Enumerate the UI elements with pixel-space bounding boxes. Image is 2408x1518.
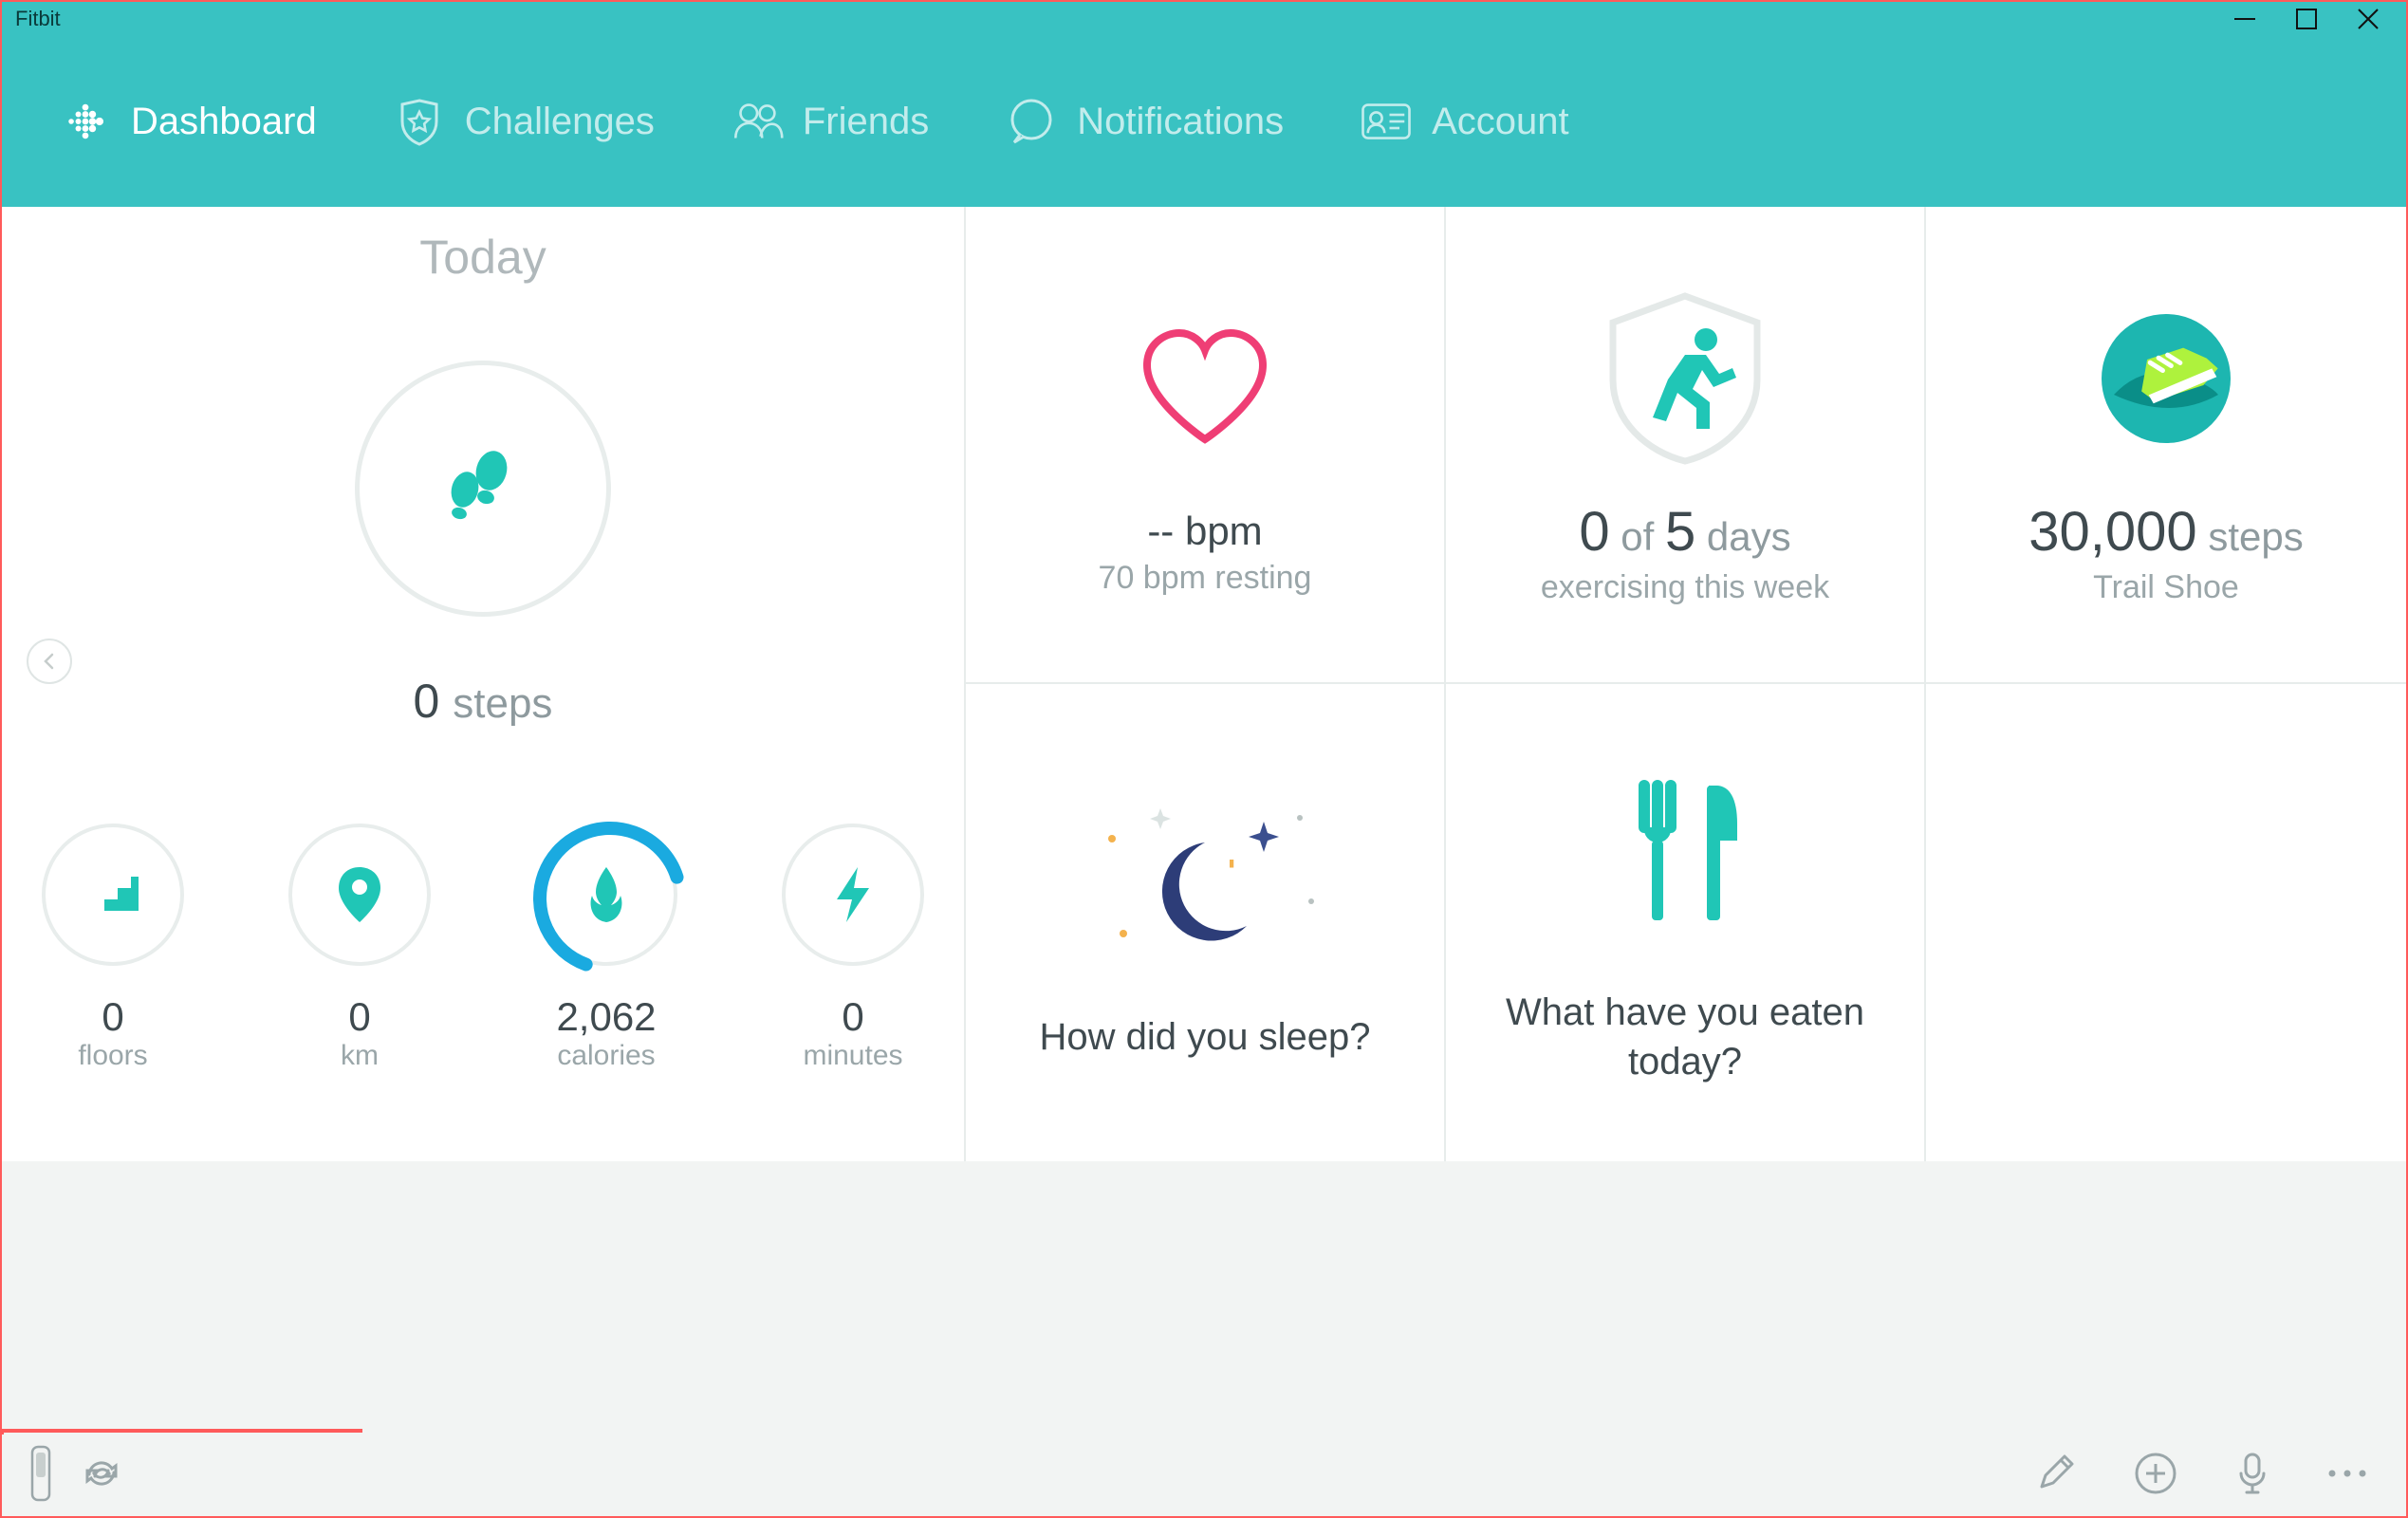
nav-label: Challenges bbox=[465, 101, 655, 143]
microphone-icon bbox=[2235, 1451, 2269, 1496]
add-button[interactable] bbox=[2133, 1451, 2178, 1496]
moon-stars-icon bbox=[1063, 785, 1347, 974]
sync-icon bbox=[82, 1453, 121, 1493]
mini-distance[interactable]: 0 km bbox=[288, 824, 431, 1072]
mini-label: calories bbox=[557, 1040, 655, 1072]
today-panel: Today bbox=[2, 207, 966, 1161]
tile-sleep[interactable]: How did you sleep? bbox=[966, 684, 1446, 1161]
exercise-shield-icon bbox=[1590, 284, 1780, 473]
window-controls bbox=[2232, 6, 2399, 32]
exercise-subtext: exercising this week bbox=[1541, 569, 1829, 606]
steps-unit: steps bbox=[453, 680, 552, 727]
heart-icon bbox=[1134, 292, 1276, 482]
mini-floors[interactable]: 0 floors bbox=[42, 824, 184, 1072]
nav-label: Friends bbox=[803, 101, 929, 143]
shield-star-icon bbox=[393, 95, 446, 148]
nav-label: Notifications bbox=[1077, 101, 1284, 143]
dashboard-content: Today bbox=[2, 207, 2406, 1161]
speech-bubble-icon bbox=[1005, 95, 1058, 148]
id-card-icon bbox=[1360, 95, 1413, 148]
mini-calories[interactable]: 2,062 calories bbox=[535, 824, 677, 1072]
friends-icon bbox=[731, 95, 784, 148]
tile-exercise[interactable]: 0 of 5 days exercising this week bbox=[1446, 207, 1926, 684]
maximize-button[interactable] bbox=[2294, 7, 2319, 31]
nav-challenges[interactable]: Challenges bbox=[393, 95, 655, 148]
exercise-days-readout: 0 of 5 days bbox=[1579, 500, 1790, 564]
tile-food[interactable]: What have you eaten today? bbox=[1446, 684, 1926, 1161]
edit-button[interactable] bbox=[2034, 1453, 2076, 1494]
tile-empty bbox=[1926, 684, 2406, 1161]
calories-progress-arc bbox=[531, 820, 689, 977]
stairs-icon bbox=[80, 861, 146, 928]
chevron-left-icon bbox=[40, 652, 59, 671]
sleep-prompt: How did you sleep? bbox=[1039, 1012, 1370, 1062]
badge-name: Trail Shoe bbox=[2093, 569, 2239, 606]
mini-label: floors bbox=[78, 1040, 147, 1072]
heart-rate-resting: 70 bpm resting bbox=[1099, 560, 1312, 597]
fork-knife-icon bbox=[1604, 760, 1766, 950]
nav-notifications[interactable]: Notifications bbox=[1005, 95, 1284, 148]
close-button[interactable] bbox=[2355, 6, 2381, 32]
steps-readout: 0 steps bbox=[2, 674, 964, 729]
tile-badge[interactable]: 30,000 steps Trail Shoe bbox=[1926, 207, 2406, 684]
fitbit-logo-icon bbox=[59, 95, 112, 148]
mini-value: 2,062 bbox=[556, 994, 656, 1040]
mini-value: 0 bbox=[842, 994, 863, 1040]
mini-active-minutes[interactable]: 0 minutes bbox=[782, 824, 924, 1072]
tile-heart-rate[interactable]: -- bpm 70 bpm resting bbox=[966, 207, 1446, 684]
tiles-grid: -- bpm 70 bpm resting 0 of 5 bbox=[966, 207, 2406, 1161]
tracker-device-button[interactable] bbox=[28, 1445, 53, 1502]
today-title: Today bbox=[2, 230, 964, 285]
mini-label: km bbox=[341, 1040, 379, 1072]
nav-label: Account bbox=[1432, 101, 1569, 143]
tracker-icon bbox=[28, 1445, 53, 1502]
navbar: Dashboard Challenges Friends bbox=[2, 36, 2406, 207]
mini-value: 0 bbox=[348, 994, 370, 1040]
previous-day-button[interactable] bbox=[27, 639, 72, 684]
steps-value: 0 bbox=[414, 675, 440, 728]
ellipsis-icon bbox=[2326, 1466, 2368, 1481]
bottom-toolbar bbox=[4, 1433, 2404, 1514]
mini-label: minutes bbox=[803, 1040, 902, 1072]
nav-account[interactable]: Account bbox=[1360, 95, 1569, 148]
sync-button[interactable] bbox=[82, 1453, 121, 1493]
badge-value: 30,000 steps bbox=[2028, 500, 2303, 564]
voice-button[interactable] bbox=[2235, 1451, 2269, 1496]
window-title: Fitbit bbox=[15, 7, 61, 31]
mini-stats-row: 0 floors 0 km bbox=[2, 824, 964, 1072]
food-prompt: What have you eaten today? bbox=[1465, 988, 1905, 1086]
nav-friends[interactable]: Friends bbox=[731, 95, 929, 148]
more-button[interactable] bbox=[2326, 1466, 2368, 1481]
heart-rate-value: -- bpm bbox=[1147, 509, 1262, 554]
location-pin-icon bbox=[331, 861, 388, 928]
app-window: Fitbit bbox=[0, 0, 2408, 1518]
lightning-bolt-icon bbox=[829, 863, 877, 926]
footsteps-icon bbox=[431, 435, 535, 544]
nav-dashboard[interactable]: Dashboard bbox=[59, 95, 317, 148]
steps-progress-circle[interactable] bbox=[355, 361, 611, 617]
mini-value: 0 bbox=[102, 994, 123, 1040]
minimize-button[interactable] bbox=[2232, 6, 2258, 32]
pencil-icon bbox=[2034, 1453, 2076, 1494]
plus-circle-icon bbox=[2133, 1451, 2178, 1496]
trail-shoe-badge-icon bbox=[2095, 284, 2237, 473]
nav-label: Dashboard bbox=[131, 101, 317, 143]
titlebar: Fitbit bbox=[2, 2, 2406, 36]
